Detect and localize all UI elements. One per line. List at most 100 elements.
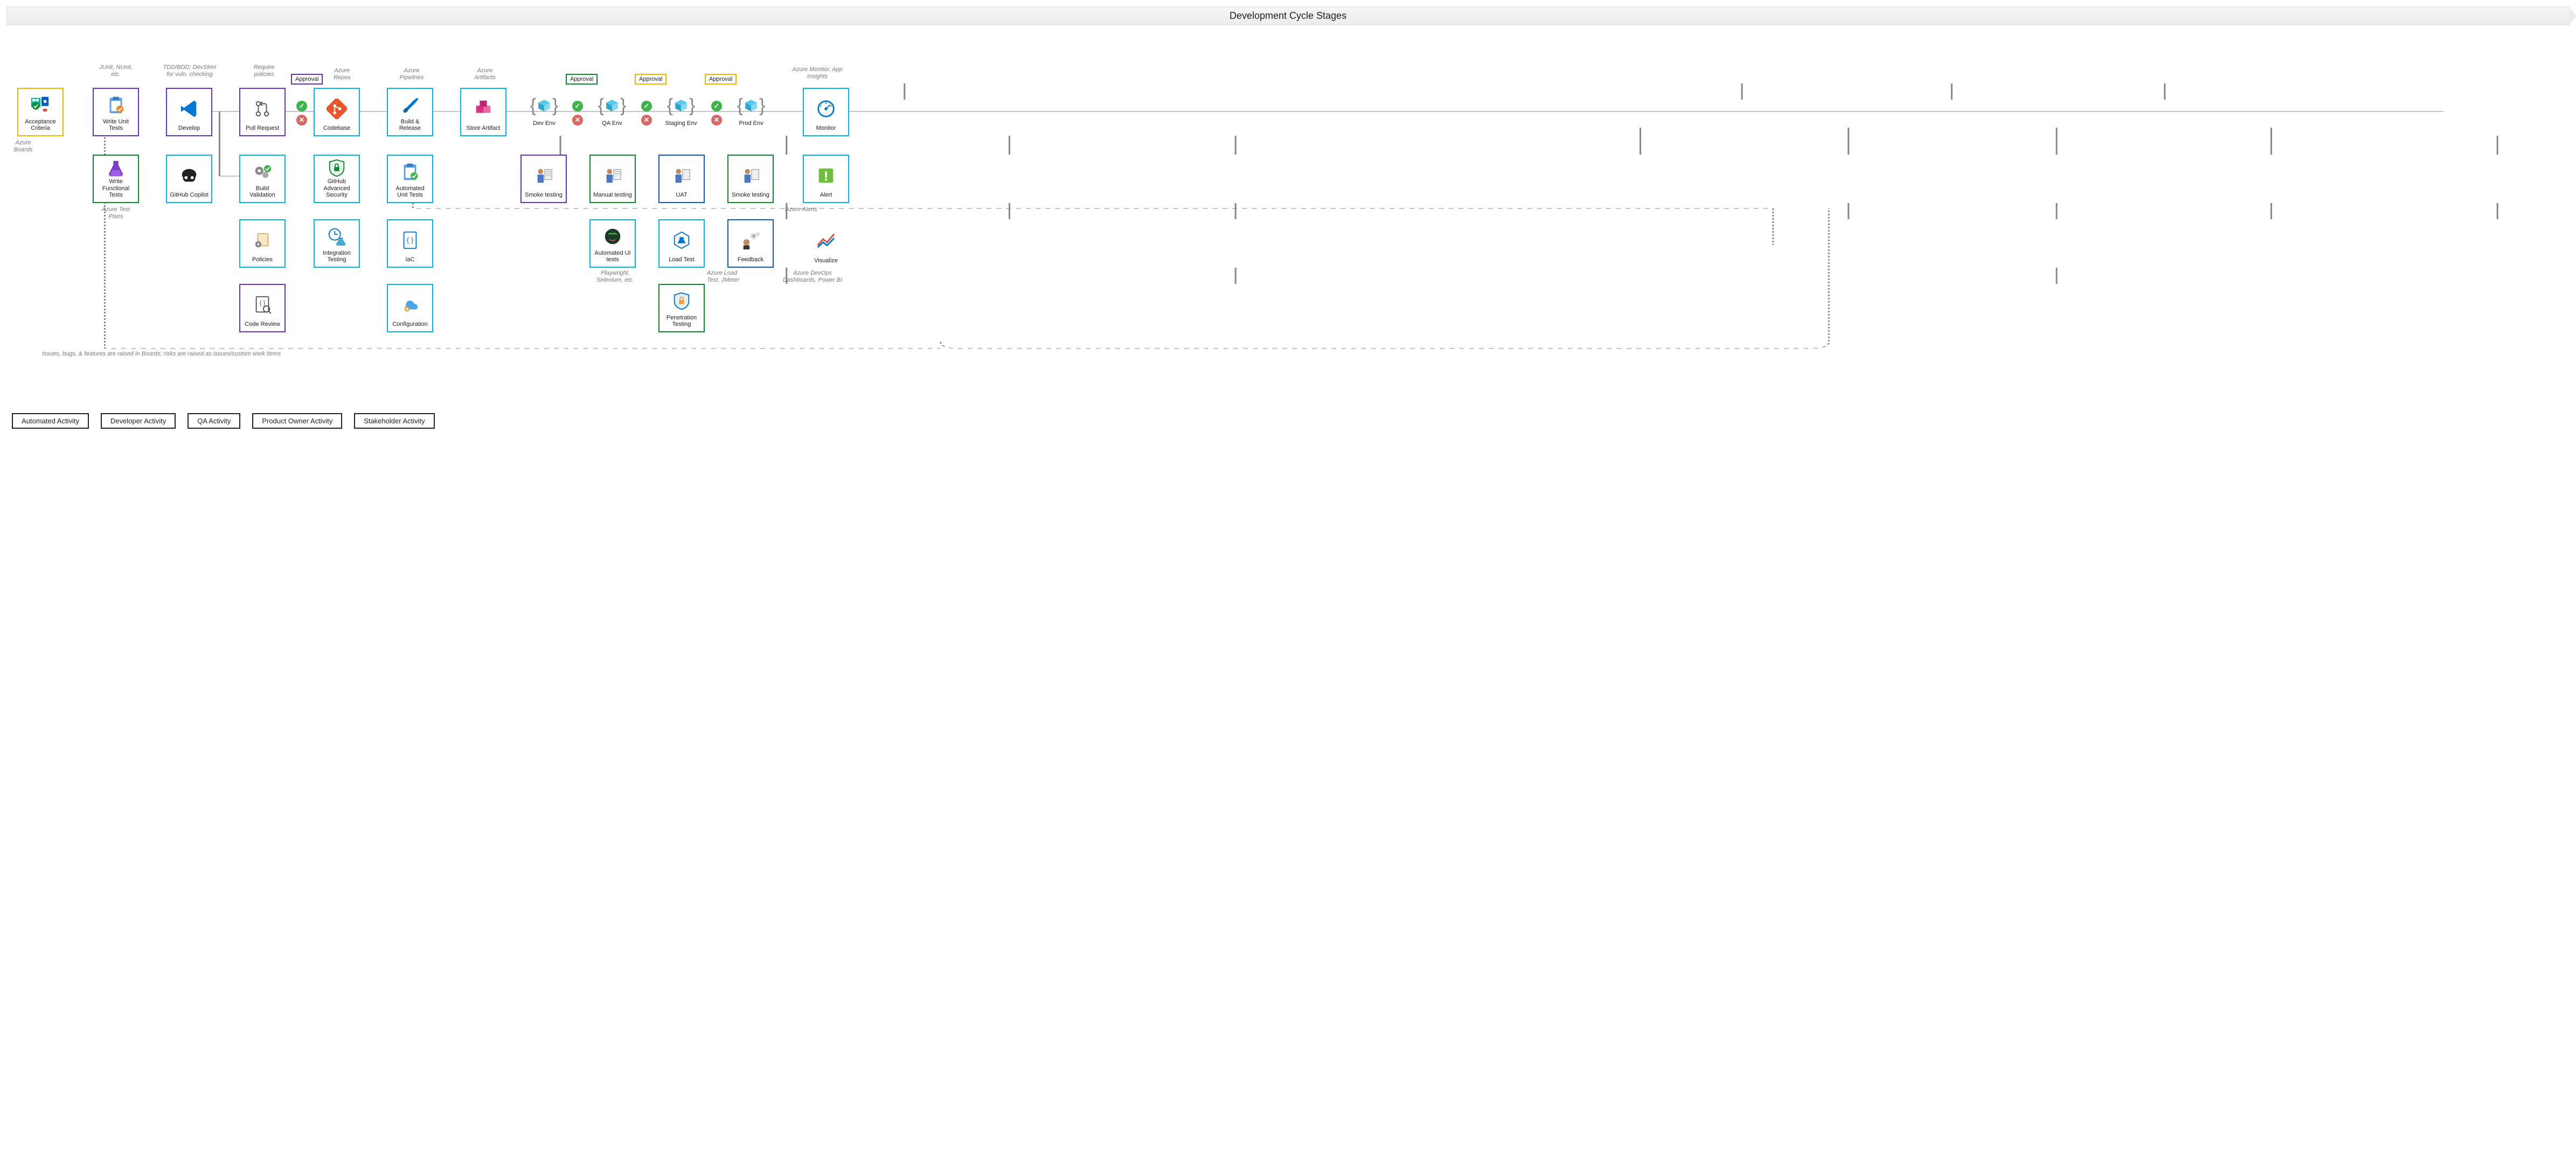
clipboard-check-icon bbox=[96, 92, 136, 118]
diagram-canvas: Acceptance Criteria Write Unit Tests Dev… bbox=[6, 47, 2570, 392]
clock-flask-icon bbox=[317, 224, 357, 250]
load-test-icon bbox=[662, 224, 702, 256]
node-automated-ui-tests: Automated UI tests bbox=[589, 219, 636, 268]
annot-test-plans: Azure Test Plans bbox=[95, 206, 136, 220]
node-write-functional-tests: Write Functional Tests bbox=[93, 155, 139, 203]
cloud-gear-icon bbox=[390, 288, 430, 321]
node-load-test: Load Test bbox=[658, 219, 705, 268]
title-banner: Development Cycle Stages bbox=[6, 6, 2570, 25]
annot-feedback-loop: Issues, bugs, & features are raised in B… bbox=[42, 351, 322, 358]
approval-prod: Approval bbox=[705, 74, 737, 85]
node-write-unit-tests: Write Unit Tests bbox=[93, 88, 139, 136]
node-code-review: { } Code Review bbox=[239, 284, 286, 332]
check-icon: ✓ bbox=[296, 101, 307, 111]
shield-lock-icon bbox=[662, 288, 702, 315]
node-qa-env: {} QA Env bbox=[596, 96, 628, 127]
node-configuration: Configuration bbox=[387, 284, 433, 332]
node-ghas: GitHub Advanced Security bbox=[314, 155, 360, 203]
check-icon: ✓ bbox=[641, 101, 652, 111]
annot-dashboards: Azure DevOps Dashboards, Power BI bbox=[780, 270, 845, 284]
annot-require-policies: Require policies bbox=[248, 64, 280, 78]
node-penetration-testing: Penetration Testing bbox=[658, 284, 705, 332]
node-integration-testing: Integration Testing bbox=[314, 219, 360, 268]
node-automated-unit-tests: Automated Unit Tests bbox=[387, 155, 433, 203]
artifacts-icon bbox=[463, 92, 503, 125]
monitor-icon bbox=[806, 92, 846, 125]
person-clipboard-icon bbox=[731, 159, 770, 192]
scroll-gear-icon bbox=[242, 224, 282, 256]
node-pull-request: Pull Request bbox=[239, 88, 286, 136]
gate-codebase: ✓ ✕ bbox=[295, 101, 308, 125]
approval-staging: Approval bbox=[635, 74, 666, 85]
approval-qa: Approval bbox=[566, 74, 598, 85]
node-visualize: Visualize bbox=[803, 219, 849, 268]
chart-icon bbox=[805, 222, 847, 257]
node-feedback: ? Feedback bbox=[727, 219, 774, 268]
file-search-icon: { } bbox=[242, 288, 282, 321]
node-alert: Alert bbox=[803, 155, 849, 203]
legend-po: Product Owner Activity bbox=[252, 413, 342, 429]
legend-automated: Automated Activity bbox=[12, 413, 89, 429]
boards-icon bbox=[20, 92, 60, 118]
node-monitor: Monitor bbox=[803, 88, 849, 136]
person-clipboard-icon bbox=[524, 159, 564, 192]
check-icon: ✓ bbox=[572, 101, 583, 111]
x-icon: ✕ bbox=[296, 115, 307, 125]
svg-text:?: ? bbox=[753, 234, 755, 239]
annot-azure-artifacts: Azure Artifacts bbox=[469, 67, 501, 81]
annot-monitor-tools: Azure Monitor, App Insights bbox=[788, 66, 847, 80]
shield-lock-icon bbox=[317, 158, 357, 178]
approval-codebase: Approval bbox=[291, 74, 323, 85]
x-icon: ✕ bbox=[711, 115, 722, 125]
annot-playwright: Playwright, Selenium, etc. bbox=[594, 270, 637, 284]
node-manual-testing: Manual testing bbox=[589, 155, 636, 203]
node-store-artifact: Store Artifact bbox=[460, 88, 506, 136]
node-smoke-testing-dev: Smoke testing bbox=[520, 155, 567, 203]
person-clipboard-icon bbox=[662, 159, 702, 192]
file-code-icon: { } bbox=[390, 224, 430, 256]
gate-qa: ✓ ✕ bbox=[571, 101, 584, 125]
legend-developer: Developer Activity bbox=[101, 413, 176, 429]
feedback-icon: ? bbox=[731, 224, 770, 256]
node-build-release: Build & Release bbox=[387, 88, 433, 136]
annot-azure-pipelines: Azure Pipelines bbox=[395, 67, 428, 81]
annot-azure-alerts: Azure Alerts bbox=[782, 206, 820, 213]
node-build-validation: Build Validation bbox=[239, 155, 286, 203]
legend: Automated Activity Developer Activity QA… bbox=[6, 413, 2570, 429]
pull-request-icon bbox=[242, 92, 282, 125]
node-develop: Develop bbox=[166, 88, 212, 136]
node-prod-env: {} Prod Env bbox=[735, 96, 767, 127]
playwright-icon bbox=[593, 224, 633, 250]
svg-text:{ }: { } bbox=[260, 300, 266, 306]
check-icon: ✓ bbox=[711, 101, 722, 111]
legend-qa: QA Activity bbox=[188, 413, 240, 429]
person-clipboard-icon bbox=[593, 159, 633, 192]
node-iac: { } IaC bbox=[387, 219, 433, 268]
copilot-icon bbox=[169, 159, 209, 192]
annot-azure-repos: Azure Repos bbox=[329, 67, 356, 81]
clipboard-check-icon bbox=[390, 159, 430, 185]
git-icon bbox=[317, 92, 357, 125]
x-icon: ✕ bbox=[572, 115, 583, 125]
node-github-copilot: GitHub Copilot bbox=[166, 155, 212, 203]
node-codebase: Codebase bbox=[314, 88, 360, 136]
node-staging-env: {} Staging Env bbox=[665, 96, 697, 127]
node-policies: Policies bbox=[239, 219, 286, 268]
annot-load-test: Azure Load Test, JMeter bbox=[707, 270, 750, 284]
flask-icon bbox=[96, 158, 136, 178]
annot-azure-boards: Azure Boards bbox=[10, 139, 37, 154]
pipelines-icon bbox=[390, 92, 430, 118]
node-smoke-testing-prod: Smoke testing bbox=[727, 155, 774, 203]
gate-prod: ✓ ✕ bbox=[710, 101, 723, 125]
x-icon: ✕ bbox=[641, 115, 652, 125]
diagram-title: Development Cycle Stages bbox=[1230, 10, 1346, 21]
gate-staging: ✓ ✕ bbox=[640, 101, 653, 125]
alert-icon bbox=[806, 159, 846, 192]
node-acceptance-criteria: Acceptance Criteria bbox=[17, 88, 64, 136]
node-dev-env: {} Dev Env bbox=[528, 96, 560, 127]
node-uat: UAT bbox=[658, 155, 705, 203]
legend-stakeholder: Stakeholder Activity bbox=[354, 413, 434, 429]
annot-tdd: TDD/BDD; DevSkim for vuln. checking bbox=[163, 64, 217, 78]
svg-text:{ }: { } bbox=[407, 235, 414, 243]
vscode-icon bbox=[169, 92, 209, 125]
